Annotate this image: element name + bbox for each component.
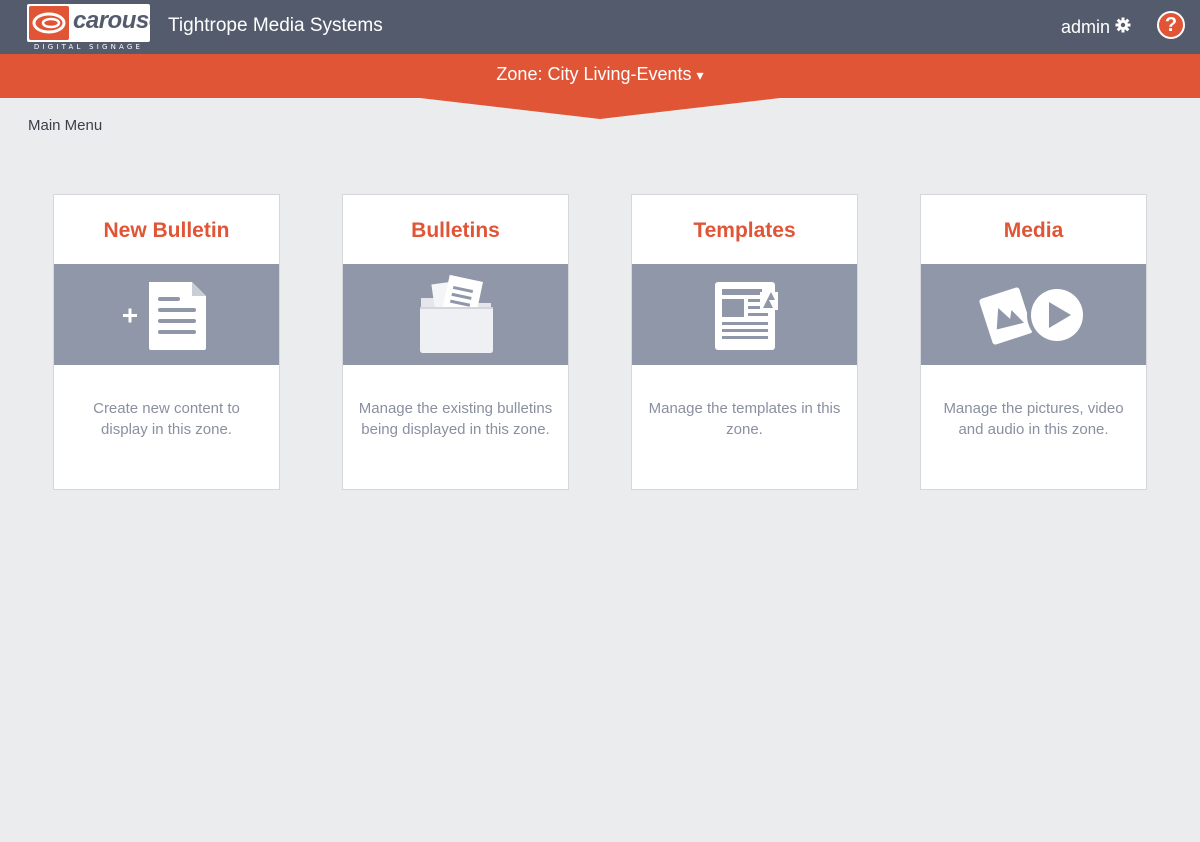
chevron-down-icon: ▾: [696, 67, 704, 83]
user-menu[interactable]: admin: [1061, 15, 1131, 39]
card-title: Bulletins: [411, 219, 500, 242]
new-document-icon: [123, 282, 206, 350]
username: admin: [1061, 16, 1111, 37]
card-title: New Bulletin: [103, 219, 230, 242]
company-name: Tightrope Media Systems: [168, 15, 383, 36]
logo-swirl-icon: [29, 6, 69, 40]
card-templates[interactable]: Templates Manage the templates in this z…: [631, 194, 858, 490]
card-description: Manage the templates in this zone.: [648, 400, 841, 438]
card-icon-band: [343, 264, 568, 365]
card-new-bulletin[interactable]: New Bulletin Create new content to displ…: [53, 194, 280, 490]
logo-subtitle: DIGITAL SIGNAGE: [33, 43, 144, 51]
logo-wordmark: carousel: [73, 7, 168, 34]
template-icon: [715, 282, 778, 350]
zone-label: Zone: City Living-Events: [496, 64, 692, 84]
top-bar: carousel DIGITAL SIGNAGE Tightrope Media…: [0, 0, 1200, 54]
card-description: Manage the pictures, video and audio in …: [943, 400, 1124, 438]
card-description: Create new content to display in this zo…: [93, 400, 240, 438]
help-button[interactable]: ?: [1157, 11, 1185, 39]
card-description: Manage the existing bulletins being disp…: [358, 400, 553, 438]
carousel-logo[interactable]: carousel DIGITAL SIGNAGE: [27, 4, 168, 52]
media-icon: [979, 285, 1087, 345]
card-title: Media: [1003, 219, 1064, 242]
breadcrumb: Main Menu: [28, 117, 103, 134]
card-bulletins[interactable]: Bulletins Manage the existing bulletins …: [342, 194, 569, 490]
zone-selector-row: Zone: City Living-Events ▾: [0, 64, 1200, 85]
card-icon-band: [632, 264, 857, 365]
question-circle-icon: ?: [1164, 13, 1178, 36]
folder-documents-icon: [420, 274, 493, 353]
card-media[interactable]: Media Manage the pictures, video and aud…: [920, 194, 1147, 490]
gear-icon: [1115, 17, 1131, 38]
card-icon-band: [54, 264, 279, 365]
card-title: Templates: [693, 219, 796, 242]
zone-selector[interactable]: Zone: City Living-Events ▾: [496, 64, 703, 84]
card-icon-band: [921, 264, 1146, 365]
logo-box: carousel: [27, 4, 168, 42]
